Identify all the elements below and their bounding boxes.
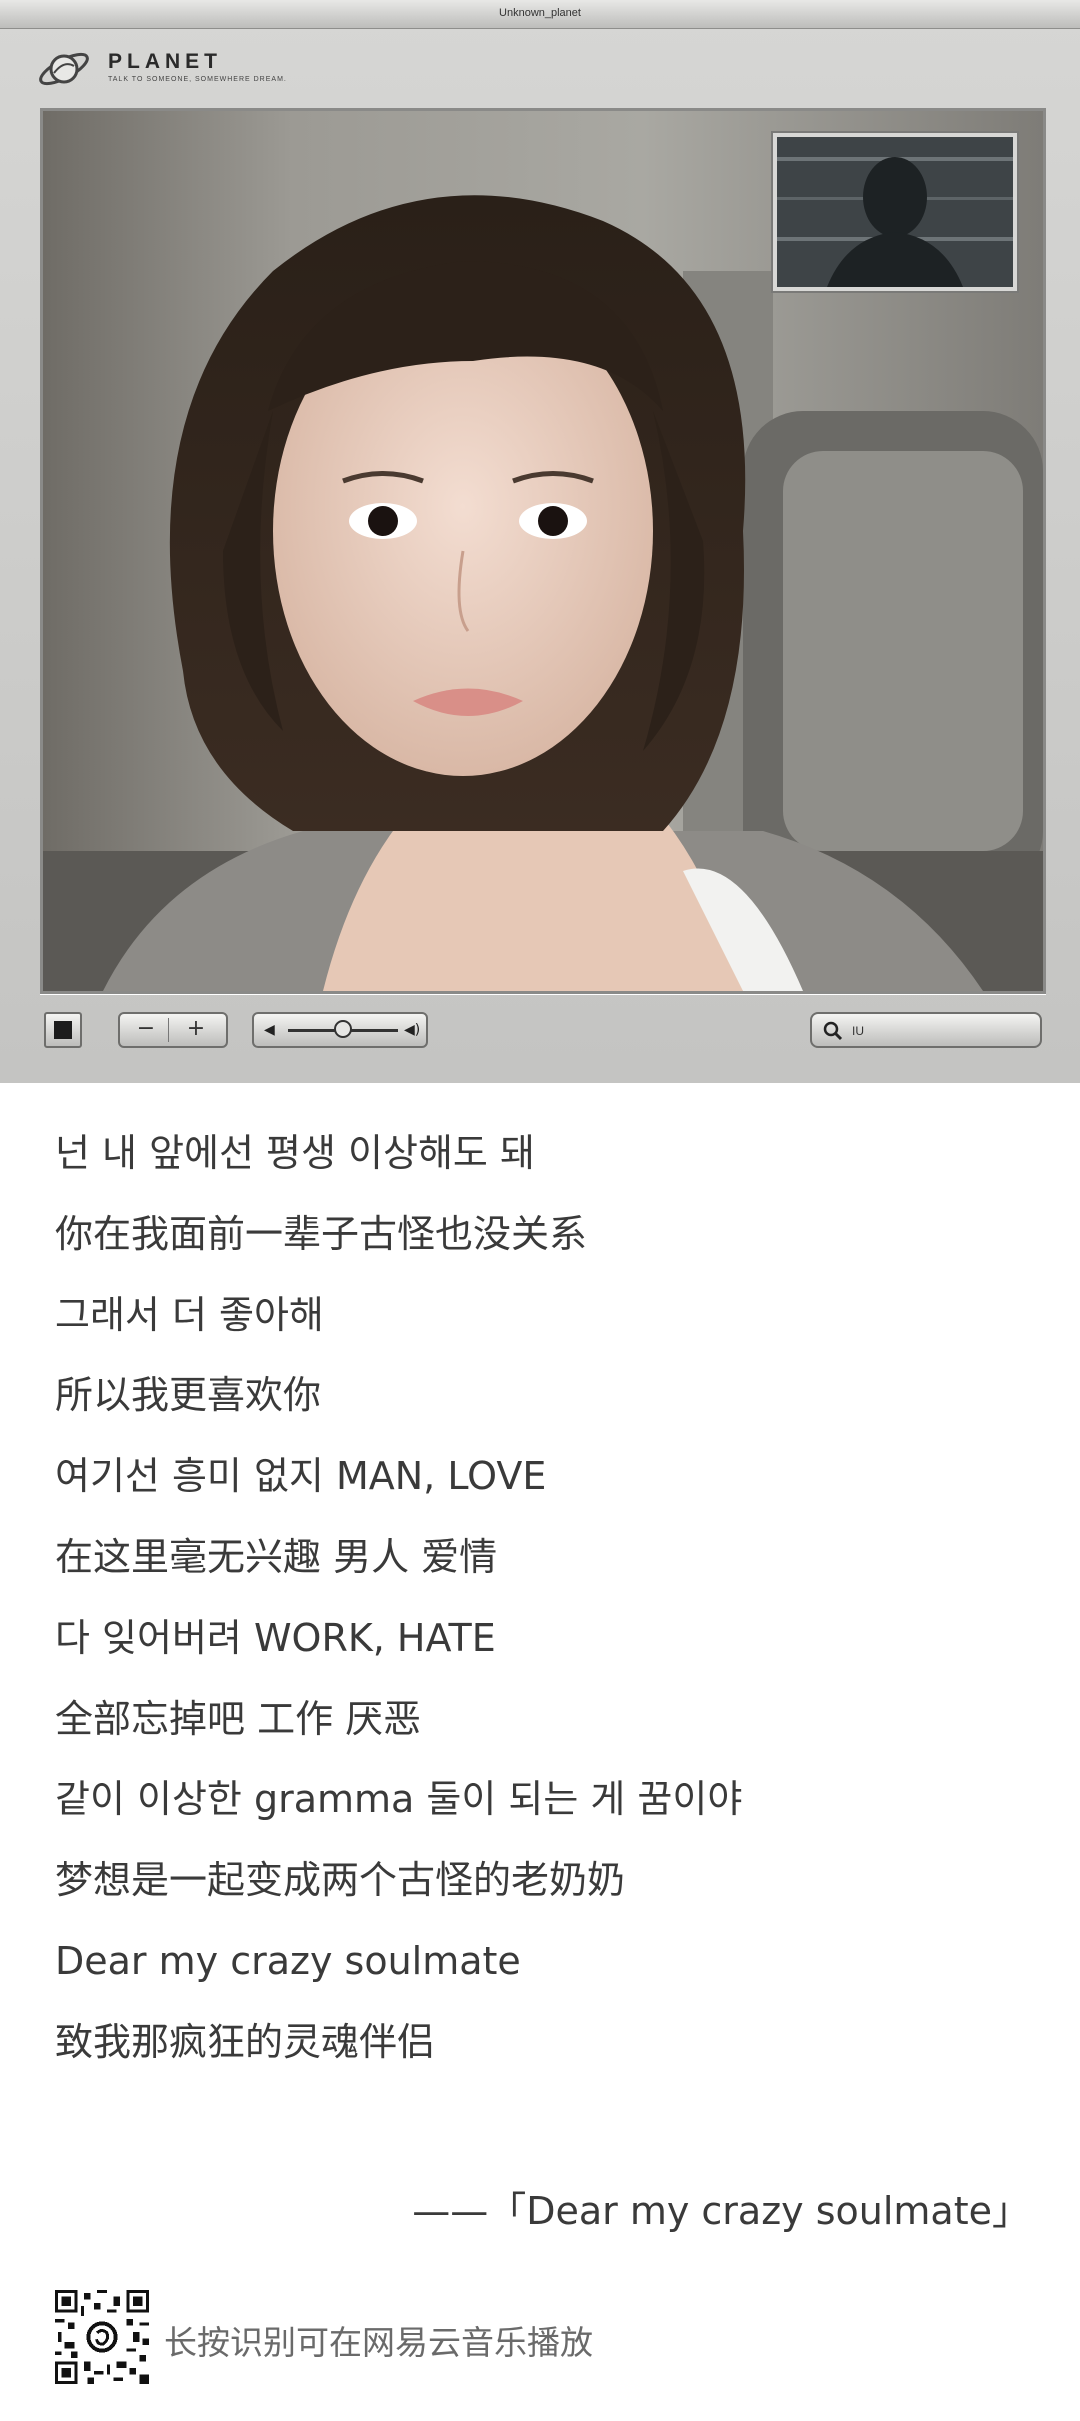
player-window: Unknown_planet PLANET TALK TO SOMEONE, S… <box>0 0 1080 1083</box>
lyric-line: 你在我面前一辈子古怪也没关系 <box>55 1211 588 1256</box>
volume-low-icon: ◀ <box>264 1022 275 1038</box>
lyric-line: 그래서 더 좋아해 <box>55 1292 324 1337</box>
search-input[interactable] <box>850 1020 1034 1042</box>
song-credit: ——「Dear my crazy soulmate」 <box>412 2189 1030 2233</box>
volume-slider-knob[interactable] <box>334 1020 352 1038</box>
lyric-line: 다 잊어버려 WORK, HATE <box>55 1615 496 1660</box>
search-icon <box>823 1021 843 1041</box>
lyric-line: 같이 이상한 gramma 둘이 되는 게 꿈이야 <box>55 1777 743 1822</box>
brand-tagline: TALK TO SOMEONE, SOMEWHERE DREAM. <box>108 76 287 83</box>
qr-code-icon[interactable] <box>55 2290 149 2384</box>
lyric-line: 여기선 흥미 없지 MAN, LOVE <box>55 1454 547 1499</box>
volume-high-icon: ◀) <box>404 1022 421 1038</box>
brand-name: PLANET <box>108 50 222 73</box>
lyric-line: 致我那疯狂的灵魂伴侣 <box>55 2019 436 2064</box>
window-title: Unknown_planet <box>499 7 581 19</box>
lyric-line: 在这里毫无兴趣 男人 爱情 <box>55 1534 498 1579</box>
video-screen <box>40 108 1046 994</box>
stop-button[interactable] <box>44 1012 82 1048</box>
zoom-controls: − + <box>118 1012 228 1048</box>
zoom-in-button[interactable]: + <box>174 1018 218 1042</box>
player-controls: − + ◀ ◀) <box>0 1000 1080 1070</box>
stop-icon <box>54 1021 72 1039</box>
lyric-line: Dear my crazy soulmate <box>55 1938 521 1983</box>
planet-logo-icon <box>39 52 89 86</box>
footer-hint: 长按识别可在网易云音乐播放 <box>164 2323 593 2362</box>
volume-control: ◀ ◀) <box>252 1012 428 1048</box>
lyric-line: 梦想是一起变成两个古怪的老奶奶 <box>55 1858 626 1903</box>
lyric-line: 所以我更喜欢你 <box>55 1373 322 1418</box>
lyric-line: 넌 내 앞에선 평생 이상해도 돼 <box>55 1131 535 1175</box>
lyric-line: 全部忘掉吧 工作 厌恶 <box>55 1696 422 1741</box>
brand: PLANET TALK TO SOMEONE, SOMEWHERE DREAM. <box>36 46 296 92</box>
pip-self-view <box>773 133 1017 291</box>
lyrics-list: 넌 내 앞에선 평생 이상해도 돼 你在我面前一辈子古怪也没关系 그래서 더 좋… <box>55 1130 1035 2100</box>
title-bar: Unknown_planet <box>0 0 1080 29</box>
zoom-out-button[interactable]: − <box>124 1018 169 1042</box>
search-box <box>810 1012 1042 1048</box>
